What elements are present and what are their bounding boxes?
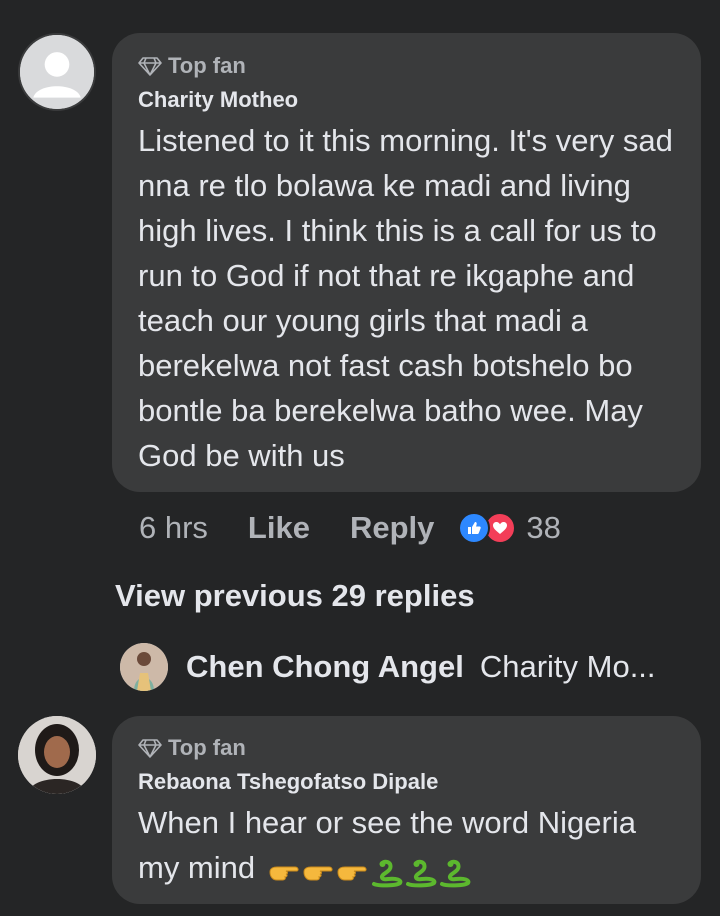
diamond-icon [138, 57, 162, 76]
reply-author-avatar[interactable] [120, 643, 168, 691]
comment-timestamp[interactable]: 6 hrs [139, 510, 208, 546]
badge-label: Top fan [168, 735, 246, 760]
comment-text: Listened to it this morning. It's very s… [138, 123, 673, 473]
comment-bubble: Top fan Charity Motheo Listened to it th… [112, 33, 701, 492]
reaction-count: 38 [526, 510, 561, 545]
comment-actions: 6 hrs Like Reply 38 [139, 508, 561, 548]
snake-emoji [370, 855, 404, 888]
profile-photo-icon [18, 716, 96, 794]
badge-label: Top fan [168, 53, 246, 78]
comment-author[interactable]: Charity Motheo [138, 87, 675, 115]
reaction-summary[interactable]: 38 [458, 510, 561, 546]
commenter-avatar-2[interactable] [18, 716, 96, 794]
profile-photo-icon [120, 643, 168, 691]
latest-reply-preview[interactable]: Chen Chong Angel Charity Mo... [120, 643, 656, 691]
snake-emoji [404, 855, 438, 888]
like-icon [458, 512, 491, 544]
view-previous-replies-link[interactable]: View previous 29 replies [115, 578, 475, 614]
reply-snippet: Charity Mo... [479, 649, 656, 684]
comment-text: When I hear or see the word Nigeria my m… [138, 800, 675, 890]
comment-author[interactable]: Rebaona Tshegofatso Dipale [138, 769, 675, 797]
reply-author-name[interactable]: Chen Chong Angel [186, 649, 464, 685]
commenter-avatar[interactable] [18, 33, 96, 111]
default-profile-icon [20, 35, 94, 109]
top-fan-badge: Top fan [138, 735, 675, 761]
reply-button[interactable]: Reply [350, 510, 434, 546]
diamond-icon [138, 739, 162, 758]
emoji-sequence [268, 855, 472, 888]
top-fan-badge: Top fan [138, 53, 675, 79]
pointing-right-emoji [268, 855, 302, 885]
snake-emoji [438, 855, 472, 888]
like-button[interactable]: Like [248, 510, 310, 546]
pointing-right-emoji [302, 855, 336, 885]
comment-bubble-2: Top fan Rebaona Tshegofatso Dipale When … [112, 716, 701, 904]
pointing-right-emoji [336, 855, 370, 885]
